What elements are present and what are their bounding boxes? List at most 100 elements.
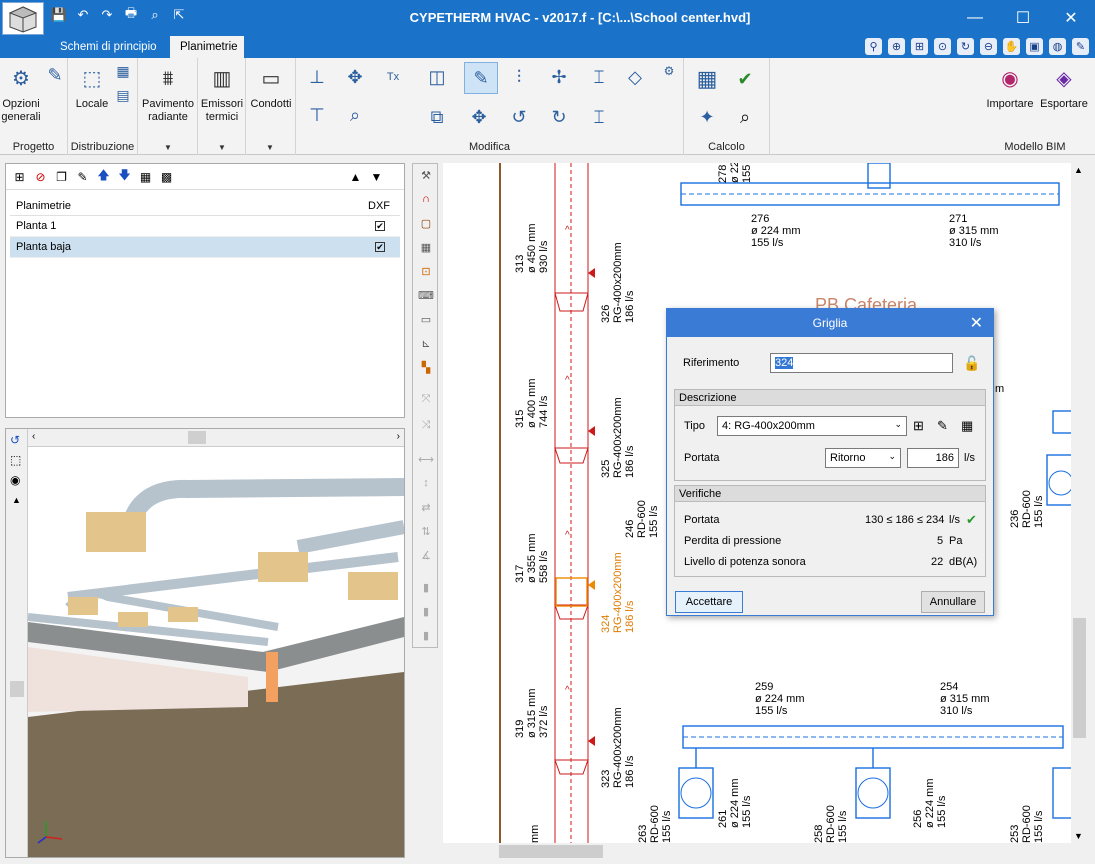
portata-input[interactable]: 186: [907, 448, 959, 468]
layer-color-icon[interactable]: ▚: [417, 358, 435, 376]
scroll-down-icon[interactable]: ▼: [1074, 831, 1083, 841]
delete-icon[interactable]: ⊘: [33, 169, 48, 184]
chevron-down-icon[interactable]: ▼: [164, 143, 172, 152]
zoom-icon[interactable]: ⊕: [888, 38, 905, 55]
scroll-up-icon[interactable]: ▲: [12, 495, 21, 505]
split-icon[interactable]: ⫶: [506, 64, 532, 90]
annullare-button[interactable]: Annullare: [921, 591, 985, 613]
intersect-icon[interactable]: ⤨: [417, 416, 435, 434]
print-icon[interactable]: 🖶: [122, 5, 140, 24]
edit-project-icon[interactable]: ✎: [42, 62, 68, 88]
scroll-right-icon[interactable]: ›: [397, 431, 400, 442]
pavimento-radiante-button[interactable]: ⩩ Pavimento radiante: [140, 64, 196, 124]
accettare-button[interactable]: Accettare: [675, 591, 743, 613]
cross-icon[interactable]: ⤧: [417, 390, 435, 408]
unlock-icon[interactable]: 🔓: [963, 355, 980, 372]
check-errors-icon[interactable]: ✔: [730, 64, 760, 94]
horizontal-move-icon[interactable]: ⇄: [417, 498, 435, 516]
calculator-icon[interactable]: ▦: [692, 64, 722, 94]
lock-mid-icon[interactable]: ▮: [417, 602, 435, 620]
table-icon[interactable]: ▦: [961, 418, 973, 434]
canvas-vertical-scrollbar[interactable]: ▲ ▼: [1071, 163, 1088, 843]
magnet-icon[interactable]: ∩: [417, 190, 435, 208]
wand-icon[interactable]: ✦: [692, 102, 722, 132]
move-up-icon[interactable]: 🡅: [96, 168, 111, 184]
snap-point-icon[interactable]: ⊡: [417, 262, 435, 280]
help-book-icon[interactable]: ✎: [1072, 38, 1089, 55]
horizontal-scroll-thumb[interactable]: [499, 845, 603, 858]
locale-button[interactable]: ⬚ Locale: [70, 64, 114, 111]
chevron-down-icon[interactable]: ▼: [218, 143, 226, 152]
zoom-window-icon[interactable]: ⊞: [911, 38, 928, 55]
rotate-cw-icon[interactable]: ↻: [546, 104, 572, 130]
keyboard-icon[interactable]: ⌨: [417, 286, 435, 304]
regenerate-icon[interactable]: ↻: [957, 38, 974, 55]
calculator-small-icon[interactable]: ▦: [112, 60, 134, 82]
maximize-button[interactable]: ☐: [999, 0, 1047, 36]
3d-hscroll[interactable]: ‹ ›: [28, 429, 404, 447]
dimension-icon[interactable]: ⊾: [417, 334, 435, 352]
rotate-icon[interactable]: ↺: [506, 104, 532, 130]
print-preview-icon[interactable]: ⌕: [146, 6, 164, 24]
horizontal-scroll-thumb[interactable]: [188, 431, 206, 444]
edit-icon[interactable]: ✎: [75, 169, 90, 184]
globe-icon[interactable]: ◍: [1049, 38, 1066, 55]
zoom-all-icon[interactable]: ⊙: [934, 38, 951, 55]
condotti-button[interactable]: ▭ Condotti: [248, 64, 294, 111]
search-text-icon[interactable]: ⌕: [342, 102, 368, 128]
move-down-icon[interactable]: 🡇: [117, 168, 132, 184]
dxf-icon[interactable]: ▦: [138, 169, 153, 184]
scroll-left-icon[interactable]: ‹: [32, 431, 35, 442]
opzioni-generali-button[interactable]: ⚙ Opzioni generali: [0, 64, 42, 124]
dxf-checkbox[interactable]: ✔: [375, 242, 385, 252]
tab-planimetrie[interactable]: Planimetrie: [170, 36, 244, 58]
export-icon[interactable]: ⇱: [170, 6, 188, 24]
copy-icon[interactable]: ⧉: [424, 104, 450, 130]
canvas-horizontal-scrollbar[interactable]: [443, 843, 1080, 860]
eraser-icon[interactable]: ◫: [424, 64, 450, 90]
vertical-move-icon[interactable]: ⇅: [417, 522, 435, 540]
copy-icon[interactable]: ❐: [54, 169, 69, 184]
lock-bottom-icon[interactable]: ▮: [417, 626, 435, 644]
eye-icon[interactable]: ◉: [10, 473, 20, 487]
rectangle-icon[interactable]: ▢: [417, 214, 435, 232]
emissori-termici-button[interactable]: ▥ Emissori termici: [200, 64, 244, 124]
grid-icon[interactable]: ▦: [417, 238, 435, 256]
binoculars-icon[interactable]: ⚲: [865, 38, 882, 55]
minimize-button[interactable]: —: [951, 0, 999, 36]
riferimento-input[interactable]: 324: [770, 353, 953, 373]
redraw-icon[interactable]: ▣: [1026, 38, 1043, 55]
portata-mode-select[interactable]: Ritorno ⌄: [825, 448, 901, 468]
esportare-button[interactable]: ◈ Esportare: [1038, 64, 1090, 111]
add-type-icon[interactable]: ⊞: [913, 418, 924, 434]
zoom-out-icon[interactable]: ⊖: [980, 38, 997, 55]
pan-hand-icon[interactable]: ✋: [1003, 38, 1020, 55]
lock-top-icon[interactable]: ▮: [417, 578, 435, 596]
3d-view[interactable]: ↺ ⬚ ◉ ▲ ‹ ›: [5, 428, 405, 858]
angle-icon[interactable]: ∡: [417, 546, 435, 564]
importare-button[interactable]: ◉ Importare: [985, 64, 1035, 111]
edit-pencil-icon[interactable]: ✎: [464, 62, 498, 94]
list-item[interactable]: Planta 1 ✔: [10, 216, 400, 237]
settings-icon[interactable]: ⚙: [660, 62, 678, 80]
center-move-icon[interactable]: ✥: [466, 104, 492, 130]
dxf-remove-icon[interactable]: ▩: [159, 169, 174, 184]
tipo-select[interactable]: 4: RG-400x200mm ⌄: [717, 416, 907, 436]
scroll-up-icon[interactable]: ▲: [348, 169, 363, 184]
cube-icon[interactable]: ⬚: [10, 453, 21, 467]
scroll-down-icon[interactable]: ▼: [369, 169, 384, 184]
list-item[interactable]: Planta baja ✔: [10, 237, 400, 258]
hammer-icon[interactable]: ⚒: [417, 166, 435, 184]
chevron-down-icon[interactable]: ▼: [266, 143, 274, 152]
text-icon[interactable]: Tx: [380, 64, 406, 90]
insert-icon[interactable]: ⊥: [304, 64, 330, 90]
align-icon[interactable]: ⊤: [304, 102, 330, 128]
close-button[interactable]: ✕: [1047, 0, 1095, 36]
edit-type-icon[interactable]: ✎: [937, 418, 948, 434]
vertical-arrows-icon[interactable]: ↕: [417, 474, 435, 492]
redo-icon[interactable]: ↷: [98, 6, 116, 24]
room-list-icon[interactable]: ▤: [112, 84, 134, 106]
app-logo-icon[interactable]: [2, 2, 44, 35]
rotate-view-icon[interactable]: ↺: [10, 433, 20, 447]
scroll-up-icon[interactable]: ▲: [1074, 165, 1083, 175]
